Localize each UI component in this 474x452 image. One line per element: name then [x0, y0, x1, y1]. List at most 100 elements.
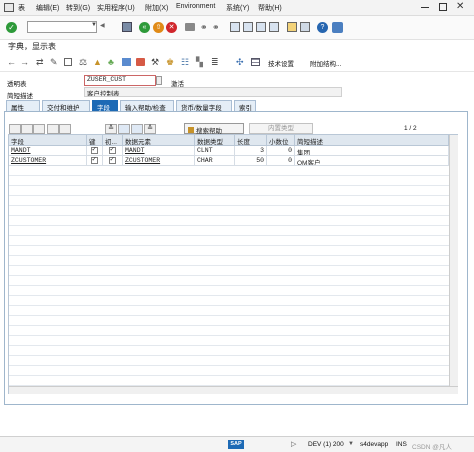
cell-key[interactable]: ✓	[87, 146, 103, 156]
cancel-icon[interactable]: ✕	[166, 22, 177, 33]
first-page-icon[interactable]	[230, 22, 240, 32]
search-help-icon[interactable]	[156, 76, 162, 85]
tab-delivery-maintenance[interactable]: 交付和维护	[42, 100, 90, 112]
append-structure-button[interactable]: 附加结构...	[310, 58, 341, 68]
col-header-field[interactable]: 字段	[9, 135, 87, 146]
cell-initial[interactable]: ✓	[103, 156, 123, 166]
copy-icon[interactable]	[21, 124, 33, 134]
search-help-button[interactable]: 搜索帮助	[184, 123, 244, 135]
save-icon[interactable]	[122, 22, 132, 32]
table-name-field[interactable]: ZUSER_CUST	[84, 75, 156, 86]
chevron-down-icon[interactable]: ▼	[91, 22, 97, 28]
insert-row-icon[interactable]	[47, 124, 59, 134]
menu-goto[interactable]: 转到(G)	[66, 3, 90, 13]
initial-checkbox[interactable]: ✓	[109, 146, 116, 154]
col-header-length[interactable]: 长度	[235, 135, 267, 146]
command-field[interactable]	[27, 21, 97, 33]
cell-initial[interactable]: ✓	[103, 146, 123, 156]
graphic-icon[interactable]: ▚	[196, 57, 206, 67]
forward-arrow-icon[interactable]: →	[20, 57, 30, 67]
activate-icon[interactable]: ▲	[93, 57, 103, 67]
new-session-icon[interactable]	[287, 22, 297, 32]
cell-data-element[interactable]: MANDT	[123, 146, 195, 156]
delete-row-icon[interactable]	[59, 124, 71, 134]
col-header-decimals[interactable]: 小数位	[267, 135, 295, 146]
back-icon[interactable]: «	[139, 22, 150, 33]
expand-icon[interactable]: ≚	[105, 124, 117, 134]
enter-icon[interactable]: ✓	[6, 22, 17, 33]
chevron-left-icon[interactable]: ◀	[100, 22, 105, 29]
cell-data-type[interactable]: CLNT	[195, 146, 235, 156]
menu-edit[interactable]: 编辑(E)	[36, 3, 59, 13]
find-next-icon[interactable]: ⚭	[212, 22, 222, 32]
table-icon[interactable]	[251, 58, 260, 66]
contents-icon[interactable]: ⚒	[151, 57, 161, 67]
chevron-down-icon[interactable]: ▼	[348, 441, 354, 447]
tab-currency-quantity-fields[interactable]: 货币/数量字段	[176, 100, 232, 112]
minimize-icon[interactable]	[421, 7, 429, 8]
app-icon[interactable]	[4, 3, 14, 12]
menu-environment[interactable]: Environment	[176, 3, 215, 10]
menu-help[interactable]: 帮助(H)	[258, 3, 282, 13]
paste-icon[interactable]	[33, 124, 45, 134]
cell-decimals[interactable]: 0	[267, 156, 295, 166]
collapse-icon[interactable]: ≙	[144, 124, 156, 134]
close-icon[interactable]: ✕	[456, 1, 464, 12]
menu-system[interactable]: 系统(Y)	[226, 3, 249, 13]
cell-length[interactable]: 50	[235, 156, 267, 166]
vertical-scrollbar[interactable]	[449, 135, 458, 386]
tab-attributes[interactable]: 属性	[6, 100, 40, 112]
cell-description[interactable]: 集团	[295, 146, 449, 156]
where-used-icon[interactable]: ♣	[108, 57, 118, 67]
next-page-icon[interactable]	[256, 22, 266, 32]
key-checkbox[interactable]: ✓	[91, 156, 98, 164]
cell-key[interactable]: ✓	[87, 156, 103, 166]
exit-icon[interactable]: ⇧	[153, 22, 164, 33]
menu-utilities[interactable]: 实用程序(U)	[97, 3, 135, 13]
print-icon[interactable]	[185, 23, 195, 31]
help-icon[interactable]: ?	[317, 22, 328, 33]
col-header-initial[interactable]: 初...	[103, 135, 123, 146]
col-header-description[interactable]: 简短描述	[295, 135, 449, 146]
entity-icon[interactable]: ✣	[236, 57, 246, 67]
cut-icon[interactable]	[9, 124, 21, 134]
active-inactive-icon[interactable]	[64, 58, 72, 66]
last-page-icon[interactable]	[269, 22, 279, 32]
prev-page-icon[interactable]	[243, 22, 253, 32]
builtin-type-button[interactable]: 内置类型	[249, 123, 313, 134]
menu-table[interactable]: 表	[18, 3, 25, 13]
shortcut-icon[interactable]	[300, 22, 310, 32]
key-checkbox[interactable]: ✓	[91, 146, 98, 154]
restore-icon[interactable]	[439, 3, 447, 11]
short-description-field[interactable]: 客户控制表	[84, 87, 342, 97]
menu-extras[interactable]: 附加(X)	[145, 3, 168, 13]
horizontal-scrollbar[interactable]	[9, 386, 458, 394]
cell-field[interactable]: MANDT	[9, 146, 87, 156]
col-header-data-element[interactable]: 数据元素	[123, 135, 195, 146]
display-change-icon[interactable]: ✎	[50, 57, 60, 67]
back-arrow-icon[interactable]: ←	[7, 57, 17, 67]
cell-field[interactable]: ZCUSTOMER	[9, 156, 87, 166]
cell-description[interactable]: QM客户	[295, 156, 449, 166]
system-info[interactable]: DEV (1) 200	[308, 441, 344, 448]
initial-checkbox[interactable]: ✓	[109, 156, 116, 164]
col-header-data-type[interactable]: 数据类型	[195, 135, 235, 146]
structure-icon[interactable]	[131, 124, 143, 134]
navigation-window-icon[interactable]	[136, 58, 145, 66]
hierarchy-icon[interactable]: ☷	[181, 57, 191, 67]
check-icon[interactable]: ⚖	[79, 57, 89, 67]
tab-fields[interactable]: 字段	[92, 100, 118, 112]
settings-icon[interactable]: ≣	[211, 57, 221, 67]
tab-indexes[interactable]: 索引	[234, 100, 256, 112]
user-settings-icon[interactable]: ♚	[166, 57, 176, 67]
tab-input-help-check[interactable]: 输入帮助/检查	[120, 100, 174, 112]
image-icon[interactable]	[118, 124, 130, 134]
other-object-icon[interactable]: ⇄	[36, 57, 46, 67]
object-list-icon[interactable]	[122, 58, 131, 66]
cell-data-type[interactable]: CHAR	[195, 156, 235, 166]
tech-settings-button[interactable]: 技术设置	[268, 58, 294, 68]
col-header-key[interactable]: 键	[87, 135, 103, 146]
customize-icon[interactable]	[332, 22, 343, 33]
find-icon[interactable]: ⚭	[200, 22, 210, 32]
cell-length[interactable]: 3	[235, 146, 267, 156]
